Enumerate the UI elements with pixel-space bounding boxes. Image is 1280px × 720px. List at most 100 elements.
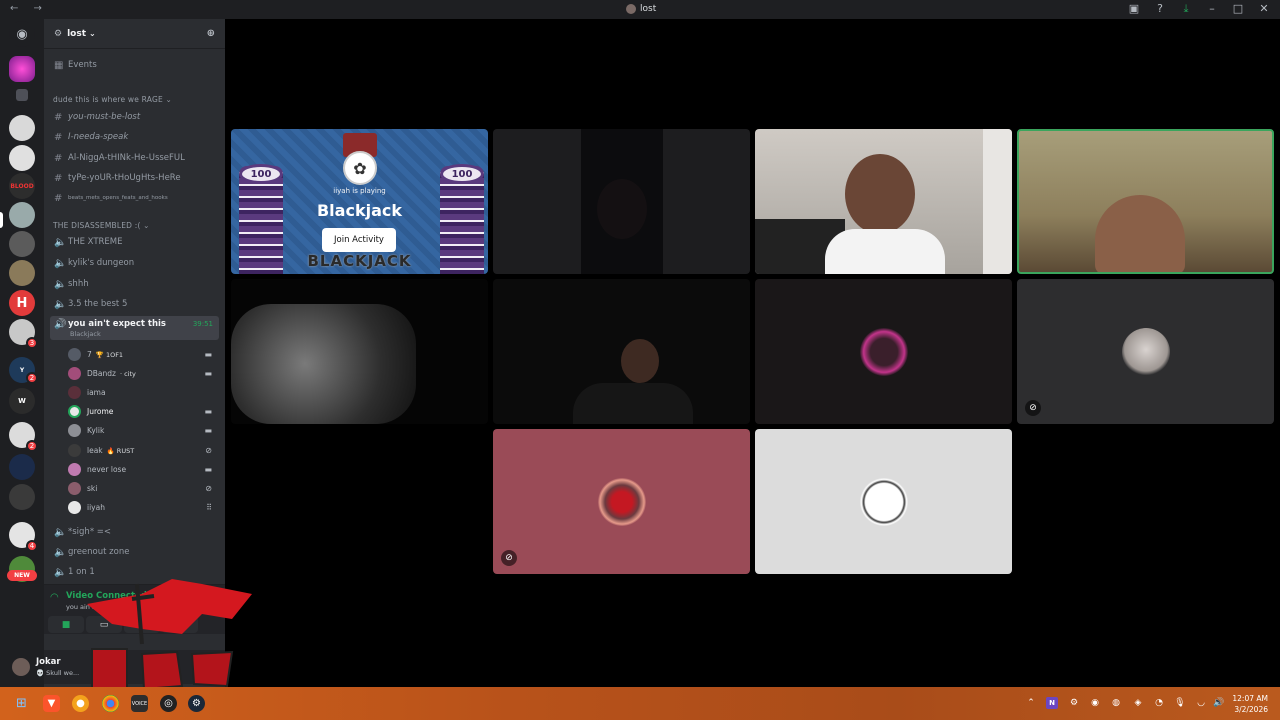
voice-channel-active[interactable]: 🔊 you ain't expect this 39:51 Blackjack	[50, 316, 219, 340]
activity-tile[interactable]: 100 100 ✿ iiyah is playing Blackjack Joi…	[231, 129, 488, 274]
microphone-icon[interactable]: 🎙	[1174, 697, 1186, 709]
tray-app-icon[interactable]: ◈	[1132, 697, 1144, 709]
server-icon-blood[interactable]: BLOOD	[9, 173, 35, 199]
text-channel-thoughts[interactable]: # tyPe-yoUR-tHoUgHts-HeRe	[50, 169, 219, 187]
voicemod-icon[interactable]: VOICE	[131, 695, 148, 712]
camera-button[interactable]: ■	[48, 616, 84, 633]
onenote-icon[interactable]: N	[1046, 697, 1058, 709]
voice-user[interactable]: Jurome ▬	[68, 403, 218, 420]
voice-user-name: DBandz	[87, 369, 116, 378]
system-clock[interactable]: 12:07 AM 3/2/2026	[1232, 693, 1268, 715]
muted-icon: ⊘	[501, 550, 517, 566]
download-icon[interactable]: ⤓	[1180, 2, 1192, 16]
category-disassembled[interactable]: THE DISASSEMBLED :( ⌄	[53, 221, 150, 230]
windows-start-icon[interactable]: ⊞	[13, 695, 30, 712]
voice-user[interactable]: iama	[68, 384, 218, 401]
back-forward-icon[interactable]: ← →	[10, 3, 48, 14]
channel-label: greenout zone	[68, 547, 130, 557]
server-icon-4[interactable]	[9, 231, 35, 257]
video-tile-camera[interactable]	[755, 129, 1012, 274]
voice-user[interactable]: leak 🔥 RUST ⊘	[68, 442, 218, 459]
voice-user[interactable]: ski ⊘	[68, 480, 218, 497]
server-header[interactable]: ⚙ lost ⌄ ⊕	[44, 19, 225, 49]
obs-icon[interactable]: ◎	[160, 695, 177, 712]
server-icon-8[interactable]: W	[9, 388, 35, 414]
window-title: lost	[626, 4, 656, 14]
voice-channel-greenout[interactable]: 🔈 greenout zone	[50, 543, 219, 561]
volume-icon[interactable]: 🔊	[1213, 697, 1225, 709]
text-channel-beats[interactable]: # beats_mets_opens_feats_and_hooks	[50, 189, 219, 207]
avatar-tile[interactable]: ⊘	[493, 429, 750, 574]
join-activity-button[interactable]: Join Activity	[322, 228, 396, 252]
video-feed	[1095, 195, 1185, 272]
chip-label: 100	[440, 164, 484, 184]
chrome-icon[interactable]	[102, 695, 119, 712]
folder-icon[interactable]	[16, 89, 28, 101]
video-feed	[597, 179, 647, 239]
voice-user-name: ski	[87, 484, 98, 493]
channel-activity: Blackjack	[70, 330, 101, 338]
voice-user[interactable]: iiyah ⠿	[68, 499, 218, 516]
server-icon-5[interactable]	[9, 260, 35, 286]
video-tile-person[interactable]	[493, 279, 750, 424]
voice-channel-xtreme[interactable]: 🔈 THE XTREME	[50, 233, 219, 251]
avatar-tile[interactable]	[755, 279, 1012, 424]
voice-channel-shhh[interactable]: 🔈 shhh	[50, 275, 219, 293]
video-tile-dark[interactable]	[493, 129, 750, 274]
voice-user-name: iama	[87, 388, 106, 397]
discord-home-icon[interactable]: ◉	[9, 21, 35, 47]
video-tile-speaking[interactable]	[1017, 129, 1274, 274]
text-channel-needa-speak[interactable]: # I-needa-speak	[50, 128, 219, 146]
server-icon-3[interactable]	[9, 202, 35, 228]
wifi-icon[interactable]: ◡	[1195, 697, 1207, 709]
server-icon-2[interactable]	[9, 145, 35, 171]
channel-label: I-needa-speak	[68, 132, 129, 142]
video-feed	[983, 129, 1012, 274]
maximize-icon[interactable]: □	[1232, 2, 1244, 16]
app-icon[interactable]: ●	[72, 695, 89, 712]
avatar-tile[interactable]: ⊘	[1017, 279, 1274, 424]
hash-icon: #	[54, 111, 63, 123]
voice-user[interactable]: never lose ▬	[68, 461, 218, 478]
channel-label: 3.5 the best 5	[68, 299, 128, 309]
text-channel-you-must-be-lost[interactable]: # you-must-be-lost	[50, 108, 219, 126]
muted-icon: ⊘	[205, 484, 212, 493]
hash-icon: #	[54, 192, 63, 204]
server-icon-11[interactable]	[9, 484, 35, 510]
server-icon-10[interactable]	[9, 454, 35, 480]
tray-overflow-icon[interactable]: ⌃	[1025, 697, 1037, 709]
voice-channel-sigh[interactable]: 🔈 *sigh* =<	[50, 523, 219, 541]
voice-user[interactable]: 7 🏆 1OF1 ▬	[68, 346, 218, 363]
avatar	[68, 367, 81, 380]
steam-tray-icon[interactable]: ◉	[1089, 697, 1101, 709]
events-link[interactable]: ▦ Events	[50, 56, 219, 74]
voice-user[interactable]: DBandz · city ▬	[68, 365, 218, 382]
server-icon-1[interactable]	[9, 115, 35, 141]
avatar-tile[interactable]	[755, 429, 1012, 574]
category-rage[interactable]: dude this is where we RAGE ⌄	[53, 95, 172, 104]
server-icon-h[interactable]: H	[9, 290, 35, 316]
game-watermark: BLACKJACK	[307, 252, 412, 270]
voice-channel-dungeon[interactable]: 🔈 kylik's dungeon	[50, 254, 219, 272]
voice-channel-best5[interactable]: 🔈 3.5 the best 5	[50, 295, 219, 313]
minimize-icon[interactable]: –	[1206, 2, 1218, 16]
voice-user-name: iiyah	[87, 503, 105, 512]
player-avatar: ✿	[343, 151, 377, 185]
steam-icon[interactable]: ⚙	[188, 695, 205, 712]
help-icon[interactable]: ?	[1154, 2, 1166, 16]
brave-icon[interactable]: ▼	[43, 695, 60, 712]
text-channel-useful[interactable]: # Al-NiggA-tHINk-He-UsseFUL	[50, 149, 219, 167]
inbox-icon[interactable]: ▣	[1128, 2, 1140, 16]
avatar	[68, 482, 81, 495]
video-tile-blur[interactable]	[231, 279, 488, 424]
server-icon-pink[interactable]	[9, 56, 35, 82]
voice-user[interactable]: Kylik ▬	[68, 422, 218, 439]
tray-app-icon[interactable]: ◔	[1153, 697, 1165, 709]
camera-icon: ■	[61, 619, 71, 630]
chip-label: 100	[239, 164, 283, 184]
voice-user-name: never lose	[87, 465, 127, 474]
invite-people-icon[interactable]: ⊕	[207, 28, 215, 39]
tray-app-icon[interactable]: ◍	[1110, 697, 1122, 709]
close-icon[interactable]: ✕	[1258, 2, 1270, 16]
tray-app-icon[interactable]: ⚙	[1068, 697, 1080, 709]
